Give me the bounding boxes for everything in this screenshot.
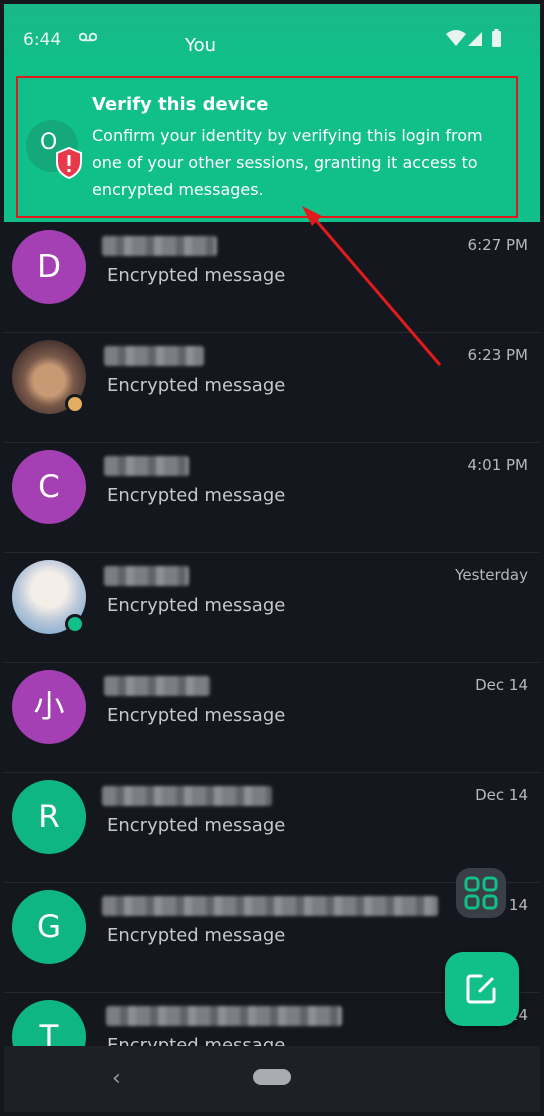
room-avatar: 小 bbox=[12, 670, 86, 744]
room-snippet: Encrypted message bbox=[107, 1035, 286, 1046]
room-list: D Encrypted message 6:27 PM Encrypted me… bbox=[4, 222, 540, 1046]
room-time: Yesterday bbox=[455, 566, 528, 584]
voicemail-icon bbox=[79, 32, 97, 42]
room-name-redacted bbox=[106, 1006, 342, 1026]
room-snippet: Encrypted message bbox=[107, 705, 286, 726]
room-avatar: C bbox=[12, 450, 86, 524]
room-snippet: Encrypted message bbox=[107, 485, 286, 506]
room-avatar: T bbox=[12, 1000, 86, 1046]
room-directory-button[interactable] bbox=[456, 868, 506, 918]
banner-title: Verify this device bbox=[92, 94, 269, 115]
room-row[interactable]: D Encrypted message 6:27 PM bbox=[4, 222, 540, 333]
room-name-redacted bbox=[104, 456, 189, 476]
room-snippet: Encrypted message bbox=[107, 265, 286, 286]
compose-icon bbox=[466, 974, 496, 1004]
back-button[interactable]: ‹ bbox=[112, 1066, 121, 1091]
status-bar: 6:44 bbox=[4, 4, 540, 64]
room-avatar: R bbox=[12, 780, 86, 854]
banner-description: Confirm your identity by verifying this … bbox=[92, 126, 483, 199]
room-name-redacted bbox=[104, 346, 204, 366]
room-row[interactable]: 小 Encrypted message Dec 14 bbox=[4, 662, 540, 773]
room-snippet: Encrypted message bbox=[107, 925, 286, 946]
room-name-redacted bbox=[104, 676, 210, 696]
room-time: 6:23 PM bbox=[467, 346, 528, 364]
room-name-redacted bbox=[102, 896, 438, 916]
verify-device-banner[interactable]: O Verify this device Confirm your identi… bbox=[16, 76, 518, 218]
shield-warning-icon bbox=[56, 146, 82, 180]
system-status-icons bbox=[446, 29, 501, 47]
home-button[interactable] bbox=[253, 1069, 291, 1085]
room-avatar: G bbox=[12, 890, 86, 964]
compose-button[interactable] bbox=[445, 952, 519, 1026]
room-name-redacted bbox=[102, 786, 272, 806]
page-title: You bbox=[185, 35, 217, 56]
room-snippet: Encrypted message bbox=[107, 595, 286, 616]
presence-dot bbox=[65, 394, 85, 414]
room-time: Dec 14 bbox=[475, 786, 528, 804]
signal-icon bbox=[468, 32, 482, 46]
grid-icon bbox=[464, 876, 498, 910]
battery-icon bbox=[492, 31, 501, 47]
room-time: 4:01 PM bbox=[467, 456, 528, 474]
room-time: Dec 14 bbox=[475, 676, 528, 694]
top-header: 6:44 You O Verify this device Confirm yo… bbox=[4, 4, 540, 222]
room-row[interactable]: C Encrypted message 4:01 PM bbox=[4, 442, 540, 553]
room-snippet: Encrypted message bbox=[107, 375, 286, 396]
room-row[interactable]: Encrypted message Yesterday bbox=[4, 552, 540, 663]
room-name-redacted bbox=[102, 236, 217, 256]
room-name-redacted bbox=[104, 566, 189, 586]
system-nav-bar: ‹ bbox=[4, 1046, 540, 1112]
room-row[interactable]: Encrypted message 6:23 PM bbox=[4, 332, 540, 443]
status-time: 6:44 bbox=[23, 30, 62, 50]
presence-dot bbox=[65, 614, 85, 634]
room-row[interactable]: R Encrypted message Dec 14 bbox=[4, 772, 540, 883]
room-time: 14 bbox=[508, 896, 528, 914]
wifi-icon bbox=[446, 30, 466, 46]
room-time: 6:27 PM bbox=[467, 236, 528, 254]
room-avatar: D bbox=[12, 230, 86, 304]
room-snippet: Encrypted message bbox=[107, 815, 286, 836]
